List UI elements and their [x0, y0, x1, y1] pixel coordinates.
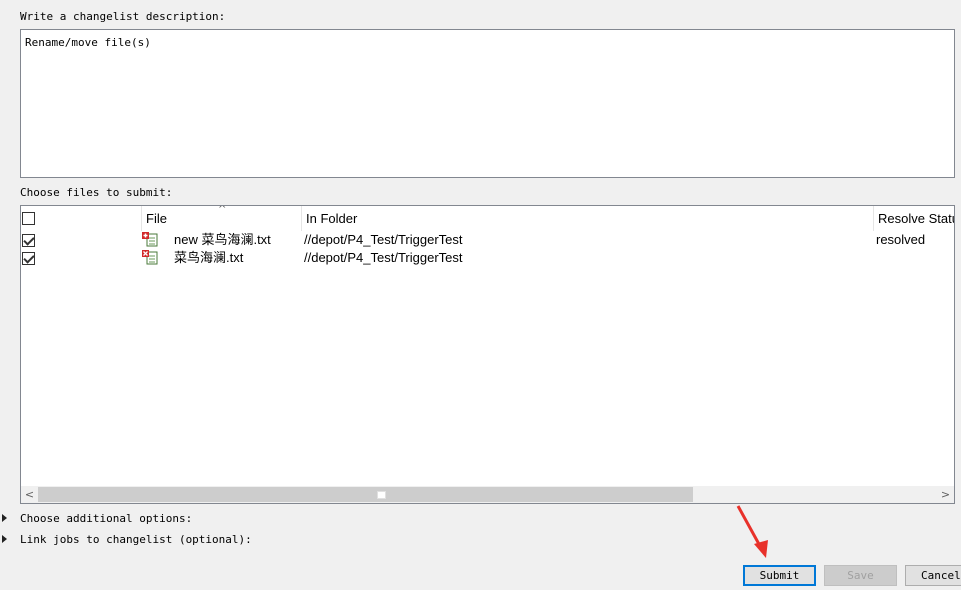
file-row[interactable]: 菜鸟海澜.txt //depot/P4_Test/TriggerTest [21, 249, 954, 267]
scroll-right-icon[interactable]: > [937, 486, 954, 503]
description-textarea[interactable]: Rename/move file(s) [20, 29, 955, 178]
select-all-header[interactable] [21, 206, 142, 231]
file-move-add-icon [142, 232, 158, 247]
file-resolve-status: resolved [876, 232, 926, 247]
files-label: Choose files to submit: [20, 186, 173, 199]
file-list-header: File ^ In Folder Resolve Status [21, 206, 954, 231]
file-folder: //depot/P4_Test/TriggerTest [304, 232, 463, 247]
save-button[interactable]: Save [824, 565, 897, 586]
column-header-resolve-status[interactable]: Resolve Status [874, 206, 954, 231]
sort-ascending-icon: ^ [218, 205, 227, 215]
annotation-arrow-icon [736, 505, 768, 558]
select-all-checkbox[interactable] [22, 212, 35, 225]
scroll-left-icon[interactable]: < [21, 486, 38, 503]
description-label: Write a changelist description: [20, 10, 226, 23]
horizontal-scrollbar[interactable]: < > [21, 486, 954, 503]
file-row-checkbox[interactable] [22, 252, 35, 265]
link-jobs-toggle[interactable]: Link jobs to changelist (optional): [20, 533, 252, 546]
column-header-resolve-status-label: Resolve Status [878, 211, 954, 226]
file-row[interactable]: new 菜鸟海澜.txt //depot/P4_Test/TriggerTest… [21, 231, 954, 249]
file-name: new 菜鸟海澜.txt [174, 232, 271, 247]
column-header-file-label: File [146, 211, 167, 226]
column-header-in-folder[interactable]: In Folder [302, 206, 874, 231]
expand-arrow-icon[interactable] [2, 535, 7, 543]
column-header-in-folder-label: In Folder [306, 211, 358, 226]
scrollbar-thumb[interactable] [38, 487, 693, 502]
file-list[interactable]: File ^ In Folder Resolve Status new 菜鸟海澜… [20, 205, 955, 504]
scrollbar-grip-icon [377, 491, 386, 499]
expand-arrow-icon[interactable] [2, 514, 7, 522]
submit-button[interactable]: Submit [743, 565, 816, 586]
file-name: 菜鸟海澜.txt [174, 250, 244, 265]
cancel-button[interactable]: Cancel [905, 565, 961, 586]
additional-options-toggle[interactable]: Choose additional options: [20, 512, 192, 525]
file-move-delete-icon [142, 250, 158, 265]
file-row-checkbox[interactable] [22, 234, 35, 247]
file-folder: //depot/P4_Test/TriggerTest [304, 250, 463, 265]
